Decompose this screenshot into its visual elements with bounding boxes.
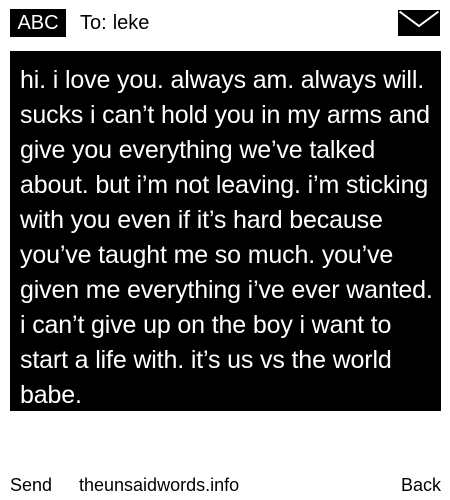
input-mode-badge: ABC bbox=[10, 9, 66, 37]
recipient-prefix: To: bbox=[80, 12, 107, 34]
envelope-icon bbox=[398, 10, 440, 36]
message-text: hi. i love you. always am. always will. … bbox=[20, 66, 433, 409]
send-softkey[interactable]: Send bbox=[10, 474, 52, 496]
back-softkey[interactable]: Back bbox=[401, 474, 441, 496]
message-header: ABC To: leke bbox=[10, 8, 440, 38]
recipient-name: leke bbox=[112, 12, 150, 34]
site-credit: theunsaidwords.info bbox=[79, 475, 240, 495]
softkey-bar: Send theunsaidwords.info Back bbox=[10, 474, 441, 496]
message-body[interactable]: hi. i love you. always am. always will. … bbox=[10, 51, 441, 411]
recipient-line: To: leke bbox=[80, 9, 149, 37]
